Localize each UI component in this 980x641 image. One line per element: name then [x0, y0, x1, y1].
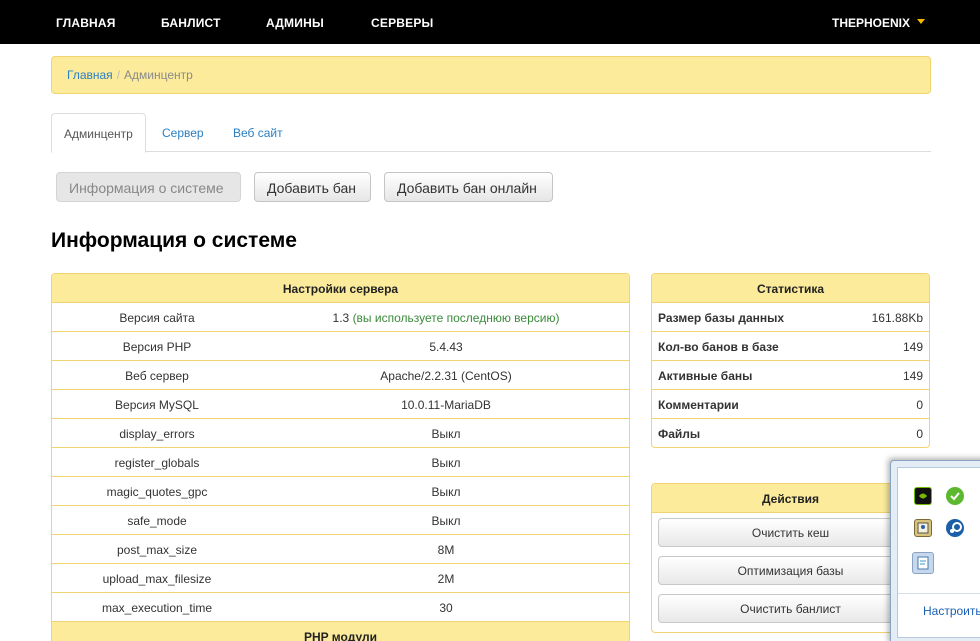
setting-key: Версия MySQL: [115, 398, 199, 412]
tray-customize-link[interactable]: Настроить...: [923, 604, 980, 618]
stat-value: 149: [902, 369, 923, 383]
setting-key: magic_quotes_gpc: [106, 485, 208, 499]
setting-value: Apache/2.2.31 (CentOS): [380, 369, 512, 383]
setting-value: Выкл: [431, 427, 461, 441]
tab-admin-center[interactable]: Админцентр: [51, 113, 146, 153]
setting-key: upload_max_filesize: [102, 572, 212, 586]
setting-value: 2M: [437, 572, 455, 586]
actions-title: Действия: [652, 484, 929, 513]
tab-website[interactable]: Веб сайт: [221, 113, 295, 152]
table-row: Размер базы данных 161.88Kb: [652, 303, 929, 332]
setting-value: 10.0.11-MariaDB: [401, 398, 491, 412]
optimize-db-button[interactable]: Оптимизация базы: [658, 556, 923, 585]
table-row: Кол-во банов в базе 149: [652, 332, 929, 361]
breadcrumb: Главная / Админцентр: [51, 56, 931, 94]
breadcrumb-home-link[interactable]: Главная: [67, 68, 113, 82]
setting-value: Выкл: [431, 456, 461, 470]
stat-value: 0: [916, 427, 923, 441]
actions-panel: Действия Очистить кеш Оптимизация базы О…: [651, 483, 930, 633]
table-row: Веб сервер Apache/2.2.31 (CentOS): [52, 361, 629, 390]
setting-key: max_execution_time: [101, 601, 213, 615]
stat-key: Комментарии: [658, 398, 739, 412]
table-row: Комментарии 0: [652, 390, 929, 419]
stat-value: 149: [902, 340, 923, 354]
tab-bar: Админцентр Сервер Веб сайт: [51, 113, 931, 153]
table-row: magic_quotes_gpc Выкл: [52, 477, 629, 506]
setting-key: post_max_size: [116, 543, 198, 557]
setting-key: Версия PHP: [122, 340, 192, 354]
statistics-panel: Статистика Размер базы данных 161.88Kb К…: [651, 273, 930, 448]
setting-value: Выкл: [431, 514, 461, 528]
breadcrumb-current: Админцентр: [124, 68, 193, 82]
contact-card-icon[interactable]: [914, 519, 932, 537]
system-info-button[interactable]: Информация о системе: [56, 172, 241, 202]
setting-key: safe_mode: [127, 514, 187, 528]
server-settings-title: Настройки сервера: [52, 274, 629, 303]
setting-key: register_globals: [114, 456, 200, 470]
page-title: Информация о системе: [51, 229, 297, 252]
table-row: Активные баны 149: [652, 361, 929, 390]
caret-down-icon[interactable]: [917, 19, 925, 24]
setting-value: 30: [439, 601, 453, 615]
clear-banlist-button[interactable]: Очистить банлист: [658, 594, 923, 623]
system-tray-popup: Настроить...: [890, 460, 980, 641]
add-ban-online-button[interactable]: Добавить бан онлайн: [384, 172, 553, 202]
green-check-app-icon[interactable]: [946, 487, 964, 505]
clear-cache-button[interactable]: Очистить кеш: [658, 518, 923, 547]
stat-key: Размер базы данных: [658, 311, 785, 325]
table-row: post_max_size 8M: [52, 535, 629, 564]
setting-key: Веб сервер: [125, 369, 189, 383]
site-version: 1.3: [332, 311, 350, 325]
table-row: max_execution_time 30: [52, 593, 629, 622]
stat-key: Активные баны: [658, 369, 753, 383]
php-modules-title: PHP модули: [52, 622, 629, 641]
table-row: register_globals Выкл: [52, 448, 629, 477]
table-row: safe_mode Выкл: [52, 506, 629, 535]
setting-value: Выкл: [431, 485, 461, 499]
setting-key: Версия сайта: [119, 311, 195, 325]
top-navbar: ГЛАВНАЯ БАНЛИСТ АДМИНЫ СЕРВЕРЫ THEPHOENI…: [0, 0, 980, 44]
table-row: display_errors Выкл: [52, 419, 629, 448]
breadcrumb-separator: /: [116, 68, 121, 82]
setting-value: 1.3 (вы используете последнюю версию): [262, 311, 629, 325]
add-ban-button[interactable]: Добавить бан: [254, 172, 371, 202]
setting-value: 5.4.43: [429, 340, 463, 354]
stat-key: Кол-во банов в базе: [658, 340, 779, 354]
stat-value: 0: [916, 398, 923, 412]
user-menu[interactable]: THEPHOENIX: [832, 16, 910, 30]
table-row: Файлы 0: [652, 419, 929, 447]
setting-value: 8M: [437, 543, 455, 557]
nav-home[interactable]: ГЛАВНАЯ: [56, 16, 116, 30]
stat-key: Файлы: [658, 427, 701, 441]
steam-icon[interactable]: [946, 519, 964, 537]
clipboard-app-icon[interactable]: [912, 552, 934, 574]
server-settings-panel: Настройки сервера Версия сайта 1.3 (вы и…: [51, 273, 630, 641]
nav-servers[interactable]: СЕРВЕРЫ: [371, 16, 434, 30]
tray-icon-area: Настроить...: [897, 467, 980, 638]
tab-server[interactable]: Сервер: [150, 113, 216, 152]
setting-key: display_errors: [119, 427, 195, 441]
nav-banlist[interactable]: БАНЛИСТ: [161, 16, 221, 30]
table-row: Версия PHP 5.4.43: [52, 332, 629, 361]
version-note: (вы используете последнюю версию): [352, 311, 560, 325]
nvidia-icon[interactable]: [914, 487, 932, 505]
table-row: upload_max_filesize 2M: [52, 564, 629, 593]
nav-admins[interactable]: АДМИНЫ: [266, 16, 324, 30]
tray-divider: [898, 593, 980, 594]
table-row: Версия сайта 1.3 (вы используете последн…: [52, 303, 629, 332]
stat-value: 161.88Kb: [871, 311, 923, 325]
statistics-title: Статистика: [652, 274, 929, 303]
table-row: Версия MySQL 10.0.11-MariaDB: [52, 390, 629, 419]
